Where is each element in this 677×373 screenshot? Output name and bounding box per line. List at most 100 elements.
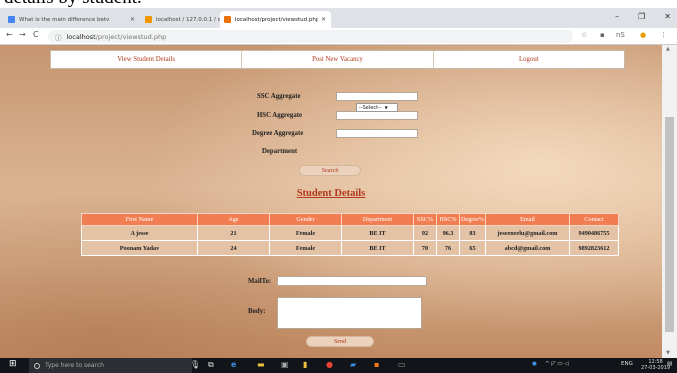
- mailto-input[interactable]: [277, 276, 427, 286]
- cell-age: 21: [197, 225, 270, 241]
- info-icon[interactable]: ⓘ: [55, 32, 62, 42]
- menu-post-new-vacancy[interactable]: Post New Vacancy: [242, 51, 434, 68]
- page-content: View Student Details Post New Vacancy Lo…: [0, 45, 662, 358]
- department-select[interactable]: --Select-- ▼: [356, 103, 398, 112]
- microphone-icon[interactable]: 🎙: [190, 360, 200, 369]
- ssc-input[interactable]: [336, 92, 418, 101]
- scroll-up-icon[interactable]: ▲: [666, 46, 670, 52]
- col-gender: Gender: [269, 213, 342, 226]
- cell-gender: Female: [269, 240, 342, 256]
- browser-tab-strip: What is the main difference betv ✕ local…: [0, 8, 677, 28]
- maximize-icon[interactable]: ❐: [638, 12, 645, 21]
- table-row: A jesse 21 Female BE IT 92 96.3 83 jesee…: [81, 225, 619, 241]
- col-first-name: First Name: [81, 213, 198, 226]
- back-arrow-icon[interactable]: ←: [6, 30, 13, 39]
- col-email: Email: [485, 213, 570, 226]
- task-view-icon[interactable]: ⧉: [208, 360, 214, 370]
- store-icon[interactable]: ▣: [281, 360, 289, 369]
- url-path: /project/viewstud.php: [95, 32, 167, 41]
- menu-view-student-details[interactable]: View Student Details: [51, 51, 243, 68]
- table-row: Poonam Yadav 24 Female BE IT 70 76 65 ab…: [81, 240, 619, 256]
- cell-email: abcd@gmail.com: [485, 240, 570, 256]
- clock[interactable]: 12:58 27-03-2019: [641, 359, 670, 371]
- tab-quora[interactable]: What is the main difference betv ✕: [4, 11, 140, 28]
- tab-title: localhost/project/viewstud.php: [235, 16, 318, 23]
- cell-hsc: 76: [436, 240, 460, 256]
- vertical-scrollbar[interactable]: ▲ ▼: [662, 45, 677, 358]
- department-label: Department: [262, 148, 298, 155]
- cell-hsc: 96.3: [436, 225, 460, 241]
- cell-department: BE IT: [341, 225, 414, 241]
- file-explorer-icon[interactable]: ▬: [257, 360, 265, 369]
- window-controls: – ❐ ✕: [615, 12, 671, 21]
- cell-department: BE IT: [341, 240, 414, 256]
- edge-icon[interactable]: e: [231, 360, 236, 369]
- cell-email: jeseeneelu@gmail.com: [485, 225, 570, 241]
- student-table: First Name Age Gender Department SSC% HS…: [81, 213, 619, 256]
- network-status-icon[interactable]: ●: [532, 361, 537, 367]
- forward-arrow-icon[interactable]: →: [19, 30, 26, 39]
- cell-contact: 9892823612: [569, 240, 619, 256]
- cell-degree: 65: [459, 240, 486, 256]
- nav-menu: View Student Details Post New Vacancy Lo…: [50, 50, 625, 69]
- chevron-down-icon: ▼: [384, 105, 388, 110]
- reload-icon[interactable]: C: [33, 30, 39, 39]
- search-button[interactable]: Search: [299, 165, 361, 176]
- cell-ssc: 70: [413, 240, 437, 256]
- close-tab-icon[interactable]: ✕: [130, 16, 135, 23]
- col-degree: Degree%: [459, 213, 486, 226]
- hsc-label: HSC Aggregate: [257, 112, 302, 119]
- tab-viewstud[interactable]: localhost/project/viewstud.php ✕: [220, 11, 331, 28]
- taskbar-search[interactable]: Type here to search: [29, 358, 192, 373]
- word-icon[interactable]: ▰: [350, 360, 356, 369]
- url-host: localhost: [66, 32, 96, 41]
- table-header-row: First Name Age Gender Department SSC% HS…: [81, 213, 619, 226]
- cell-gender: Female: [269, 225, 342, 241]
- chrome-icon[interactable]: ●: [326, 360, 333, 369]
- clock-date: 27-03-2019: [641, 365, 671, 371]
- taskbar-search-placeholder: Type here to search: [45, 362, 104, 369]
- tray-icons[interactable]: ^ ◸ ▭ ◁: [545, 361, 569, 367]
- caption-text: details by student.: [4, 0, 142, 8]
- body-textarea[interactable]: [277, 297, 422, 329]
- col-hsc: HSC%: [436, 213, 460, 226]
- document-caption: details by student.: [0, 0, 677, 8]
- degree-label: Degree Aggregate: [252, 130, 304, 137]
- close-tab-icon[interactable]: ✕: [321, 16, 326, 23]
- extension-icon[interactable]: ●: [640, 31, 646, 39]
- hsc-input[interactable]: [336, 111, 418, 120]
- close-window-icon[interactable]: ✕: [664, 12, 671, 21]
- scroll-down-icon[interactable]: ▼: [666, 350, 670, 356]
- cell-contact: 9490486755: [569, 225, 619, 241]
- tab-favicon-icon: [145, 16, 152, 23]
- xampp-icon[interactable]: ▪: [374, 360, 379, 369]
- student-details-title: Student Details: [296, 188, 366, 199]
- col-department: Department: [341, 213, 414, 226]
- sticky-notes-icon[interactable]: ▮: [303, 360, 307, 369]
- minimize-icon[interactable]: –: [615, 12, 619, 21]
- bookmark-star-icon[interactable]: ☆: [581, 31, 587, 39]
- scrollbar-thumb[interactable]: [665, 117, 674, 332]
- menu-dots-icon[interactable]: ⋮: [660, 31, 667, 39]
- windows-taskbar: ⊞ Type here to search 🎙 ⧉ e ▬ ▣ ▮ ● ▰ ▪ …: [0, 358, 677, 373]
- profile-text[interactable]: nS: [616, 31, 625, 39]
- menu-logout[interactable]: Logout: [434, 51, 624, 68]
- app-icon[interactable]: ▭: [398, 360, 406, 369]
- cell-first-name: A jesse: [81, 225, 198, 241]
- address-bar[interactable]: ⓘ localhost /project/viewstud.php: [48, 30, 573, 43]
- notifications-icon[interactable]: ▤: [667, 361, 672, 367]
- search-icon: [34, 362, 40, 369]
- windows-start-icon[interactable]: ⊞: [9, 359, 17, 369]
- degree-input[interactable]: [336, 129, 418, 138]
- mailto-label: MailTo:: [248, 278, 272, 285]
- extension-icon[interactable]: ▪: [600, 31, 605, 39]
- col-contact: Contact: [569, 213, 619, 226]
- col-ssc: SSC%: [413, 213, 437, 226]
- cell-age: 24: [197, 240, 270, 256]
- col-age: Age: [197, 213, 270, 226]
- language-indicator[interactable]: ENG: [621, 361, 633, 367]
- send-button[interactable]: Send: [306, 336, 374, 347]
- ssc-label: SSC Aggregate: [257, 93, 301, 100]
- browser-toolbar: ← → C ⓘ localhost /project/viewstud.php …: [0, 28, 677, 45]
- tab-title: What is the main difference betv: [19, 16, 110, 23]
